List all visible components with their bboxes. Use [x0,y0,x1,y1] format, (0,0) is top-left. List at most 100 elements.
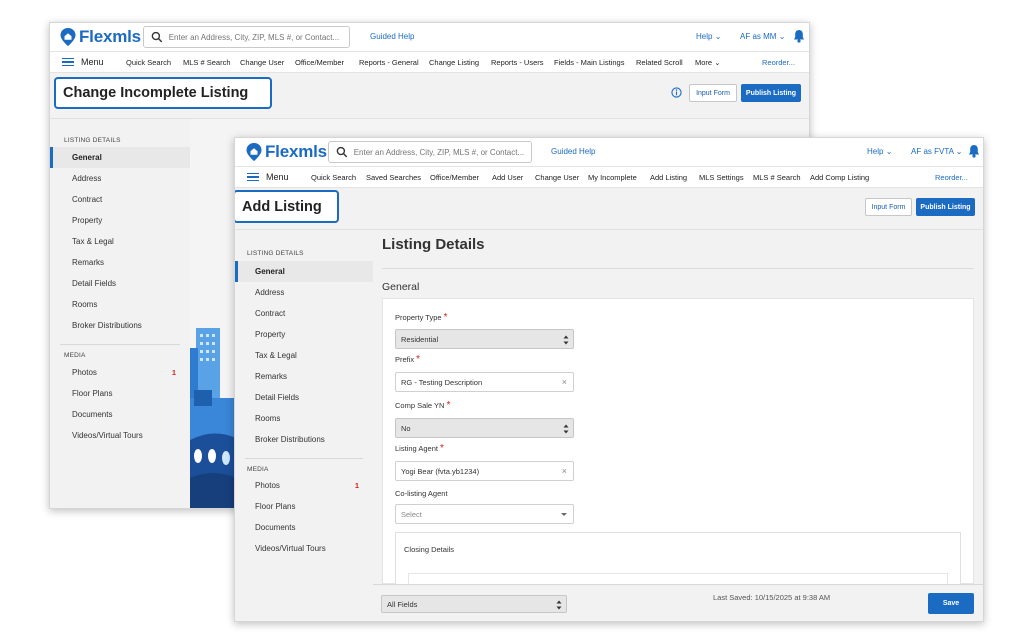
sidebar-item-label: Rooms [255,414,281,423]
publish-listing-button[interactable]: Publish Listing [741,84,801,102]
nav-bar: Menu Quick Search Saved Searches Office/… [235,166,983,188]
sidebar-item-floor-plans[interactable]: Floor Plans [235,496,373,517]
nav-fields-main-listings[interactable]: Fields - Main Listings [554,58,624,67]
sidebar: LISTING DETAILS General Address Contract… [50,119,190,508]
clear-icon[interactable]: × [562,377,567,387]
field-filter-select[interactable]: All Fields [381,595,567,613]
sidebar-item-general[interactable]: General [235,261,373,282]
global-search[interactable] [143,26,350,48]
select-value: Residential [401,334,439,344]
sidebar-item-label: Address [255,288,285,297]
nav-bar: Menu Quick Search MLS # Search Change Us… [50,51,809,73]
sidebar-item-label: General [72,153,102,162]
nav-quick-search[interactable]: Quick Search [126,58,171,67]
sidebar-item-photos[interactable]: Photos 1 [50,362,190,383]
global-search[interactable] [328,141,532,163]
listing-agent-field[interactable]: Yogi Bear (fvta.yb1234) × [395,461,574,481]
sidebar-item-remarks[interactable]: Remarks [235,366,373,387]
input-form-button[interactable]: Input Form [689,84,737,102]
help-menu[interactable]: Help ⌄ [867,147,892,156]
comp-sale-select[interactable]: No [395,418,574,438]
sidebar-item-property[interactable]: Property [235,324,373,345]
search-input[interactable] [353,147,531,157]
sidebar-item-property[interactable]: Property [50,210,190,231]
nav-change-listing[interactable]: Change Listing [429,58,479,67]
sidebar-item-general[interactable]: General [50,147,190,168]
sidebar-item-tax-legal[interactable]: Tax & Legal [50,231,190,252]
nav-add-comp-listing[interactable]: Add Comp Listing [810,173,869,182]
bell-icon[interactable] [968,144,980,158]
nav-office-member[interactable]: Office/Member [430,173,479,182]
user-menu[interactable]: AF as MM ⌄ [740,32,785,41]
menu-button[interactable]: Menu [247,167,289,187]
sidebar-item-documents[interactable]: Documents [50,404,190,425]
sidebar-item-label: Floor Plans [72,389,113,398]
nav-change-user[interactable]: Change User [535,173,579,182]
nav-mls-search[interactable]: MLS # Search [183,58,231,67]
nav-more-label: More [695,58,713,67]
nav-saved-searches[interactable]: Saved Searches [366,173,421,182]
co-listing-agent-select[interactable]: Select [395,504,574,524]
clear-icon[interactable]: × [562,466,567,476]
reorder-link[interactable]: Reorder... [935,173,968,182]
sidebar-item-videos[interactable]: Videos/Virtual Tours [235,538,373,559]
nav-mls-search[interactable]: MLS # Search [753,173,801,182]
sidebar-item-label: Contract [255,309,286,318]
sidebar-item-rooms[interactable]: Rooms [235,408,373,429]
select-placeholder: Select [401,509,422,519]
nav-add-user[interactable]: Add User [492,173,523,182]
nav-mls-settings[interactable]: MLS Settings [699,173,744,182]
nav-office-member[interactable]: Office/Member [295,58,344,67]
sidebar-item-tax-legal[interactable]: Tax & Legal [235,345,373,366]
bell-icon[interactable] [793,29,805,43]
info-icon[interactable] [671,87,682,98]
chevron-down-icon: ⌄ [714,32,722,41]
search-input[interactable] [168,32,349,42]
sidebar-item-address[interactable]: Address [50,168,190,189]
nav-related-scroll[interactable]: Related Scroll [636,58,683,67]
nav-add-listing[interactable]: Add Listing [650,173,687,182]
nav-reports-general[interactable]: Reports - General [359,58,419,67]
nav-more[interactable]: More ⌄ [695,58,720,67]
closing-details-heading: Closing Details [404,545,455,554]
help-menu[interactable]: Help ⌄ [696,32,721,41]
chevron-down-icon: ⌄ [714,58,721,67]
sidebar-item-label: Tax & Legal [72,237,114,246]
sidebar-item-broker-distributions[interactable]: Broker Distributions [235,429,373,450]
sidebar-item-contract[interactable]: Contract [50,189,190,210]
publish-listing-button[interactable]: Publish Listing [916,198,975,216]
property-type-select[interactable]: Residential [395,329,574,349]
sidebar-item-broker-distributions[interactable]: Broker Distributions [50,315,190,336]
sidebar-item-floor-plans[interactable]: Floor Plans [50,383,190,404]
prefix-field[interactable]: RG - Testing Description × [395,372,574,392]
sidebar-item-photos[interactable]: Photos 1 [235,475,373,496]
sidebar-item-label: Detail Fields [255,393,300,402]
guided-help-link[interactable]: Guided Help [370,32,414,41]
reorder-link[interactable]: Reorder... [762,58,795,67]
sidebar-item-remarks[interactable]: Remarks [50,252,190,273]
search-icon [151,31,163,43]
select-arrows-icon [563,335,569,345]
sidebar-item-address[interactable]: Address [235,282,373,303]
nav-reports-users[interactable]: Reports - Users [491,58,544,67]
sidebar-item-detail-fields[interactable]: Detail Fields [50,273,190,294]
user-menu[interactable]: AF as FVTA ⌄ [911,147,962,156]
nav-change-user[interactable]: Change User [240,58,284,67]
select-value: All Fields [387,599,418,609]
guided-help-link[interactable]: Guided Help [551,147,595,156]
sidebar-item-contract[interactable]: Contract [235,303,373,324]
divider [60,344,180,345]
nav-quick-search[interactable]: Quick Search [311,173,356,182]
flexmls-logo[interactable]: Flexmls [246,142,327,162]
sidebar-item-rooms[interactable]: Rooms [50,294,190,315]
flexmls-logo[interactable]: Flexmls [60,27,141,47]
sidebar-item-detail-fields[interactable]: Detail Fields [235,387,373,408]
chevron-down-icon [561,513,567,516]
sidebar-item-documents[interactable]: Documents [235,517,373,538]
nav-my-incomplete[interactable]: My Incomplete [588,173,637,182]
sidebar-item-videos[interactable]: Videos/Virtual Tours [50,425,190,446]
input-form-button[interactable]: Input Form [865,198,912,216]
field-label-text: Prefix [395,355,415,364]
menu-button[interactable]: Menu [62,52,104,72]
save-button[interactable]: Save [928,593,974,614]
